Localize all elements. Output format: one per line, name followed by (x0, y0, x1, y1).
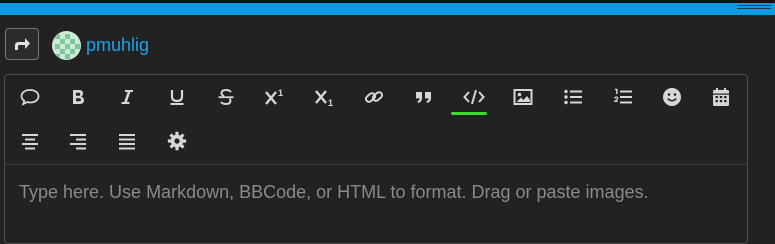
blockquote-button[interactable] (408, 82, 440, 112)
strikethrough-button[interactable] (210, 82, 242, 112)
username-link[interactable]: pmuhlig (86, 34, 149, 56)
bullet-list-icon (564, 89, 582, 105)
gear-icon (167, 131, 187, 151)
speech-bubble-icon (20, 89, 40, 106)
align-right-icon (70, 134, 86, 150)
top-bar-edge (0, 0, 775, 3)
underline-icon (170, 90, 184, 105)
image-icon (513, 89, 533, 105)
align-center-button[interactable] (14, 126, 46, 156)
subscript-icon: 1 (315, 90, 333, 106)
quote-bubble-button[interactable] (14, 82, 46, 112)
svg-text:1: 1 (278, 88, 283, 98)
bold-button[interactable] (62, 82, 94, 112)
quote-icon (416, 92, 431, 103)
code-button[interactable] (458, 82, 490, 112)
avatar[interactable] (52, 31, 81, 60)
editor-input[interactable]: Type here. Use Markdown, BBCode, or HTML… (19, 180, 649, 204)
svg-text:1: 1 (328, 98, 333, 106)
code-active-indicator (451, 112, 487, 115)
share-arrow-icon (15, 38, 30, 50)
align-right-button[interactable] (62, 126, 94, 156)
superscript-icon: 1 (265, 88, 283, 105)
menu-lines (737, 5, 771, 11)
smiley-icon (663, 88, 681, 106)
emoji-button[interactable] (656, 82, 688, 112)
code-icon (463, 89, 485, 105)
link-icon (364, 91, 384, 103)
settings-button[interactable] (161, 126, 193, 156)
strikethrough-icon (218, 88, 234, 106)
italic-button[interactable] (111, 82, 143, 112)
justify-button[interactable] (111, 126, 143, 156)
align-center-icon (22, 134, 38, 150)
justify-icon (119, 134, 135, 150)
calendar-icon (713, 88, 729, 106)
numbered-list-button[interactable] (607, 82, 639, 112)
image-button[interactable] (507, 82, 539, 112)
numbered-list-icon (613, 88, 632, 104)
date-button[interactable] (705, 82, 737, 112)
bullet-list-button[interactable] (557, 82, 589, 112)
top-bar (0, 0, 775, 15)
toolbar-divider (5, 164, 747, 165)
underline-button[interactable] (161, 82, 193, 112)
link-button[interactable] (358, 82, 390, 112)
bold-icon (73, 90, 84, 104)
reply-share-button[interactable] (5, 28, 39, 60)
subscript-button[interactable]: 1 (309, 82, 341, 112)
italic-icon (121, 90, 133, 104)
superscript-button[interactable]: 1 (259, 82, 291, 112)
